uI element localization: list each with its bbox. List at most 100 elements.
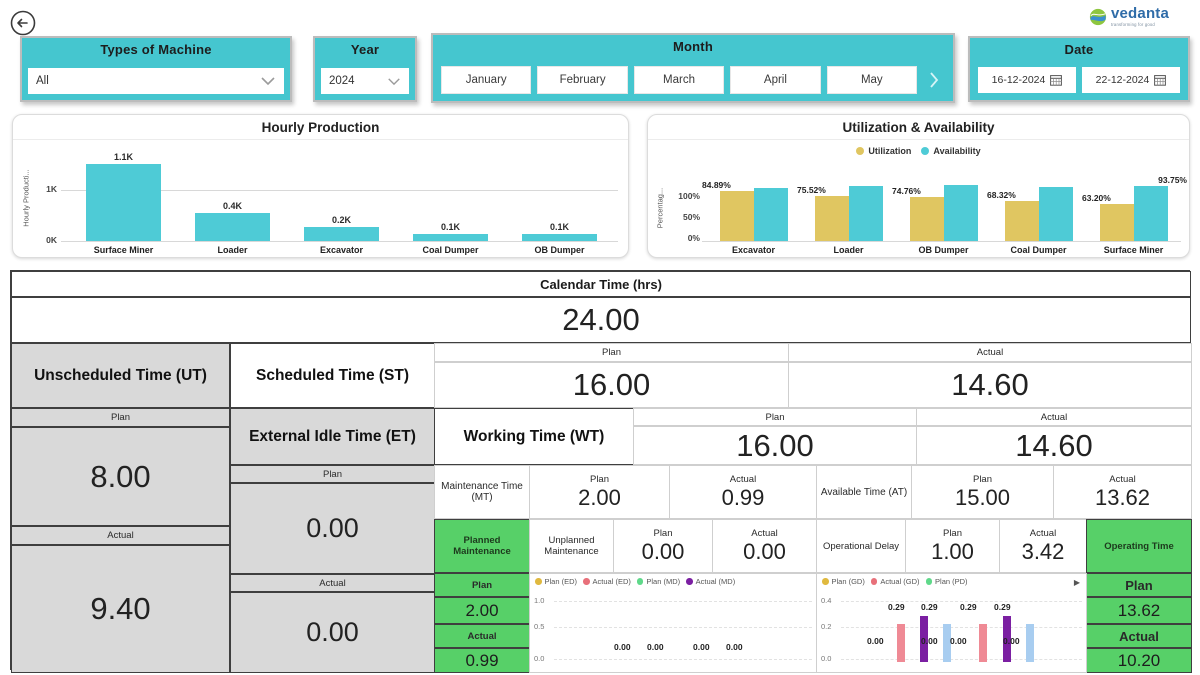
utilization-bar[interactable]	[910, 197, 944, 241]
utilization-title: Utilization & Availability	[648, 115, 1189, 140]
operational-mini-ytick-0: 0.0	[821, 654, 831, 663]
legend-item-plan-ed[interactable]: Plan (ED)	[535, 577, 577, 586]
utilization-bar-group[interactable]: 63.20%93.75%Surface Miner	[1086, 176, 1181, 241]
hourly-bar-label: Excavator	[320, 245, 363, 255]
utilization-bar[interactable]	[720, 191, 754, 241]
calendar-icon[interactable]	[1050, 74, 1062, 86]
availability-bar[interactable]	[849, 186, 883, 241]
back-arrow-icon[interactable]	[10, 10, 36, 36]
unplanned-maintenance-header: Unplanned Maintenance	[529, 519, 614, 573]
operational-bottom-label-2: 0.00	[921, 636, 938, 646]
slicer-date[interactable]: Date 16-12-2024	[968, 36, 1190, 102]
calendar-icon[interactable]	[1154, 74, 1166, 86]
legend-swatch-plan-gd	[822, 578, 829, 585]
hourly-bar-group[interactable]: 0.1KCoal Dumper	[396, 152, 505, 241]
hourly-bar[interactable]	[86, 164, 160, 241]
month-next-chevron-icon[interactable]	[923, 66, 945, 94]
working-plan-header: Plan	[633, 408, 917, 426]
legend-item-actual-gd[interactable]: Actual (GD)	[871, 577, 920, 586]
legend-item-availability[interactable]: Availability	[921, 146, 980, 156]
utilization-bar-group[interactable]: 75.52%Loader	[801, 176, 896, 241]
chevron-down-icon[interactable]	[260, 76, 276, 86]
legend-item-plan-gd[interactable]: Plan (GD)	[822, 577, 865, 586]
month-button-group[interactable]: January February March April May	[441, 66, 945, 94]
legend-swatch-plan-md	[637, 578, 644, 585]
unscheduled-time-header: Unscheduled Time (UT)	[11, 343, 230, 408]
operational-delay-mini-chart[interactable]: Plan (GD) Actual (GD) Plan (PD) ▶ 0.4 0.…	[816, 573, 1087, 673]
date-from-field[interactable]: 16-12-2024	[978, 67, 1076, 93]
hourly-bar-value: 0.1K	[550, 222, 569, 232]
legend-more-arrow-icon[interactable]: ▶	[1074, 578, 1080, 587]
utilization-bar-group[interactable]: 68.32%Coal Dumper	[991, 176, 1086, 241]
availability-bar[interactable]	[944, 185, 978, 241]
hourly-bar[interactable]	[522, 234, 596, 241]
utilization-value-label: 74.76%	[892, 186, 921, 196]
unplanned-actual-cell: Actual 0.00	[712, 519, 817, 573]
slicer-month[interactable]: Month January February March April May	[431, 33, 955, 103]
availability-bar[interactable]	[1134, 186, 1168, 241]
availability-bar[interactable]	[1039, 187, 1073, 241]
legend-item-utilization[interactable]: Utilization	[856, 146, 911, 156]
slicer-title-date: Date	[970, 38, 1188, 57]
slicer-year[interactable]: Year 2024	[313, 36, 417, 102]
month-button-april[interactable]: April	[730, 66, 820, 94]
hourly-bar-group[interactable]: 0.4KLoader	[178, 152, 287, 241]
external-actual-header: Actual	[230, 574, 435, 592]
hourly-bar[interactable]	[195, 213, 269, 241]
operational-delay-header: Operational Delay	[816, 519, 906, 573]
vedanta-logo: vedanta transforming for good	[1062, 2, 1196, 32]
month-button-may[interactable]: May	[827, 66, 917, 94]
operational-top-label-1: 0.29	[888, 602, 905, 612]
operational-mini-ytick-02: 0.2	[821, 622, 831, 631]
card-hourly-production[interactable]: Hourly Production Hourly Producti... 1K …	[12, 114, 629, 258]
available-actual-cell: Actual 13.62	[1053, 465, 1192, 519]
hourly-bar[interactable]	[304, 227, 378, 241]
utilization-bar[interactable]	[815, 196, 849, 241]
mini-bar-plan-pd-2	[1026, 624, 1034, 662]
bar-slot	[944, 176, 978, 241]
hourly-bar-group[interactable]: 0.2KExcavator	[287, 152, 396, 241]
utilization-bar-group[interactable]: 84.89%Excavator	[706, 176, 801, 241]
card-utilization-availability[interactable]: Utilization & Availability Utilization A…	[647, 114, 1190, 258]
utilization-bar[interactable]	[1100, 204, 1134, 241]
hourly-bar-group[interactable]: 1.1KSurface Miner	[69, 152, 178, 241]
legend-item-actual-md[interactable]: Actual (MD)	[686, 577, 735, 586]
utilization-ytick-100: 100%	[668, 191, 700, 201]
hourly-y-axis-title: Hourly Producti...	[21, 169, 30, 227]
slicer-types-of-machine[interactable]: Types of Machine All	[20, 36, 292, 102]
maintenance-mini-ytick-05: 0.5	[534, 622, 544, 631]
mini-bar-actual-gd-1	[897, 624, 905, 662]
unscheduled-actual-value: 9.40	[11, 545, 230, 673]
utilization-value-label: 63.20%	[1082, 193, 1111, 203]
legend-label-plan-md: Plan (MD)	[646, 577, 680, 586]
utilization-bar-group[interactable]: 74.76%OB Dumper	[896, 176, 991, 241]
machine-dropdown[interactable]: All	[28, 68, 284, 94]
planned-maintenance-actual-value: 0.99	[434, 648, 530, 673]
hourly-bar-label: Loader	[217, 245, 247, 255]
legend-swatch-utilization	[856, 147, 864, 155]
bar-slot	[1134, 176, 1168, 241]
chevron-down-icon[interactable]	[387, 77, 401, 86]
vedanta-mark-icon	[1089, 8, 1107, 26]
legend-item-actual-ed[interactable]: Actual (ED)	[583, 577, 631, 586]
utilization-bar[interactable]	[1005, 201, 1039, 241]
scheduled-time-header: Scheduled Time (ST)	[230, 343, 435, 408]
hourly-bar-group[interactable]: 0.1KOB Dumper	[505, 152, 614, 241]
year-dropdown[interactable]: 2024	[321, 68, 409, 94]
legend-item-plan-md[interactable]: Plan (MD)	[637, 577, 680, 586]
maintenance-mini-legend: Plan (ED) Actual (ED) Plan (MD) Actual (…	[535, 577, 735, 586]
month-button-january[interactable]: January	[441, 66, 531, 94]
date-range-inputs[interactable]: 16-12-2024 22-12-2024	[978, 67, 1180, 93]
availability-bar[interactable]	[754, 188, 788, 241]
date-to-value: 22-12-2024	[1096, 74, 1150, 86]
legend-item-plan-pd[interactable]: Plan (PD)	[926, 577, 968, 586]
legend-label-actual-md: Actual (MD)	[696, 577, 736, 586]
legend-label-plan-pd: Plan (PD)	[935, 577, 968, 586]
slicer-title-month: Month	[433, 35, 953, 54]
month-button-february[interactable]: February	[537, 66, 627, 94]
legend-swatch-actual-md	[686, 578, 693, 585]
month-button-march[interactable]: March	[634, 66, 724, 94]
hourly-bar[interactable]	[413, 234, 487, 241]
date-to-field[interactable]: 22-12-2024	[1082, 67, 1180, 93]
maintenance-delay-mini-chart[interactable]: Plan (ED) Actual (ED) Plan (MD) Actual (…	[529, 573, 817, 673]
